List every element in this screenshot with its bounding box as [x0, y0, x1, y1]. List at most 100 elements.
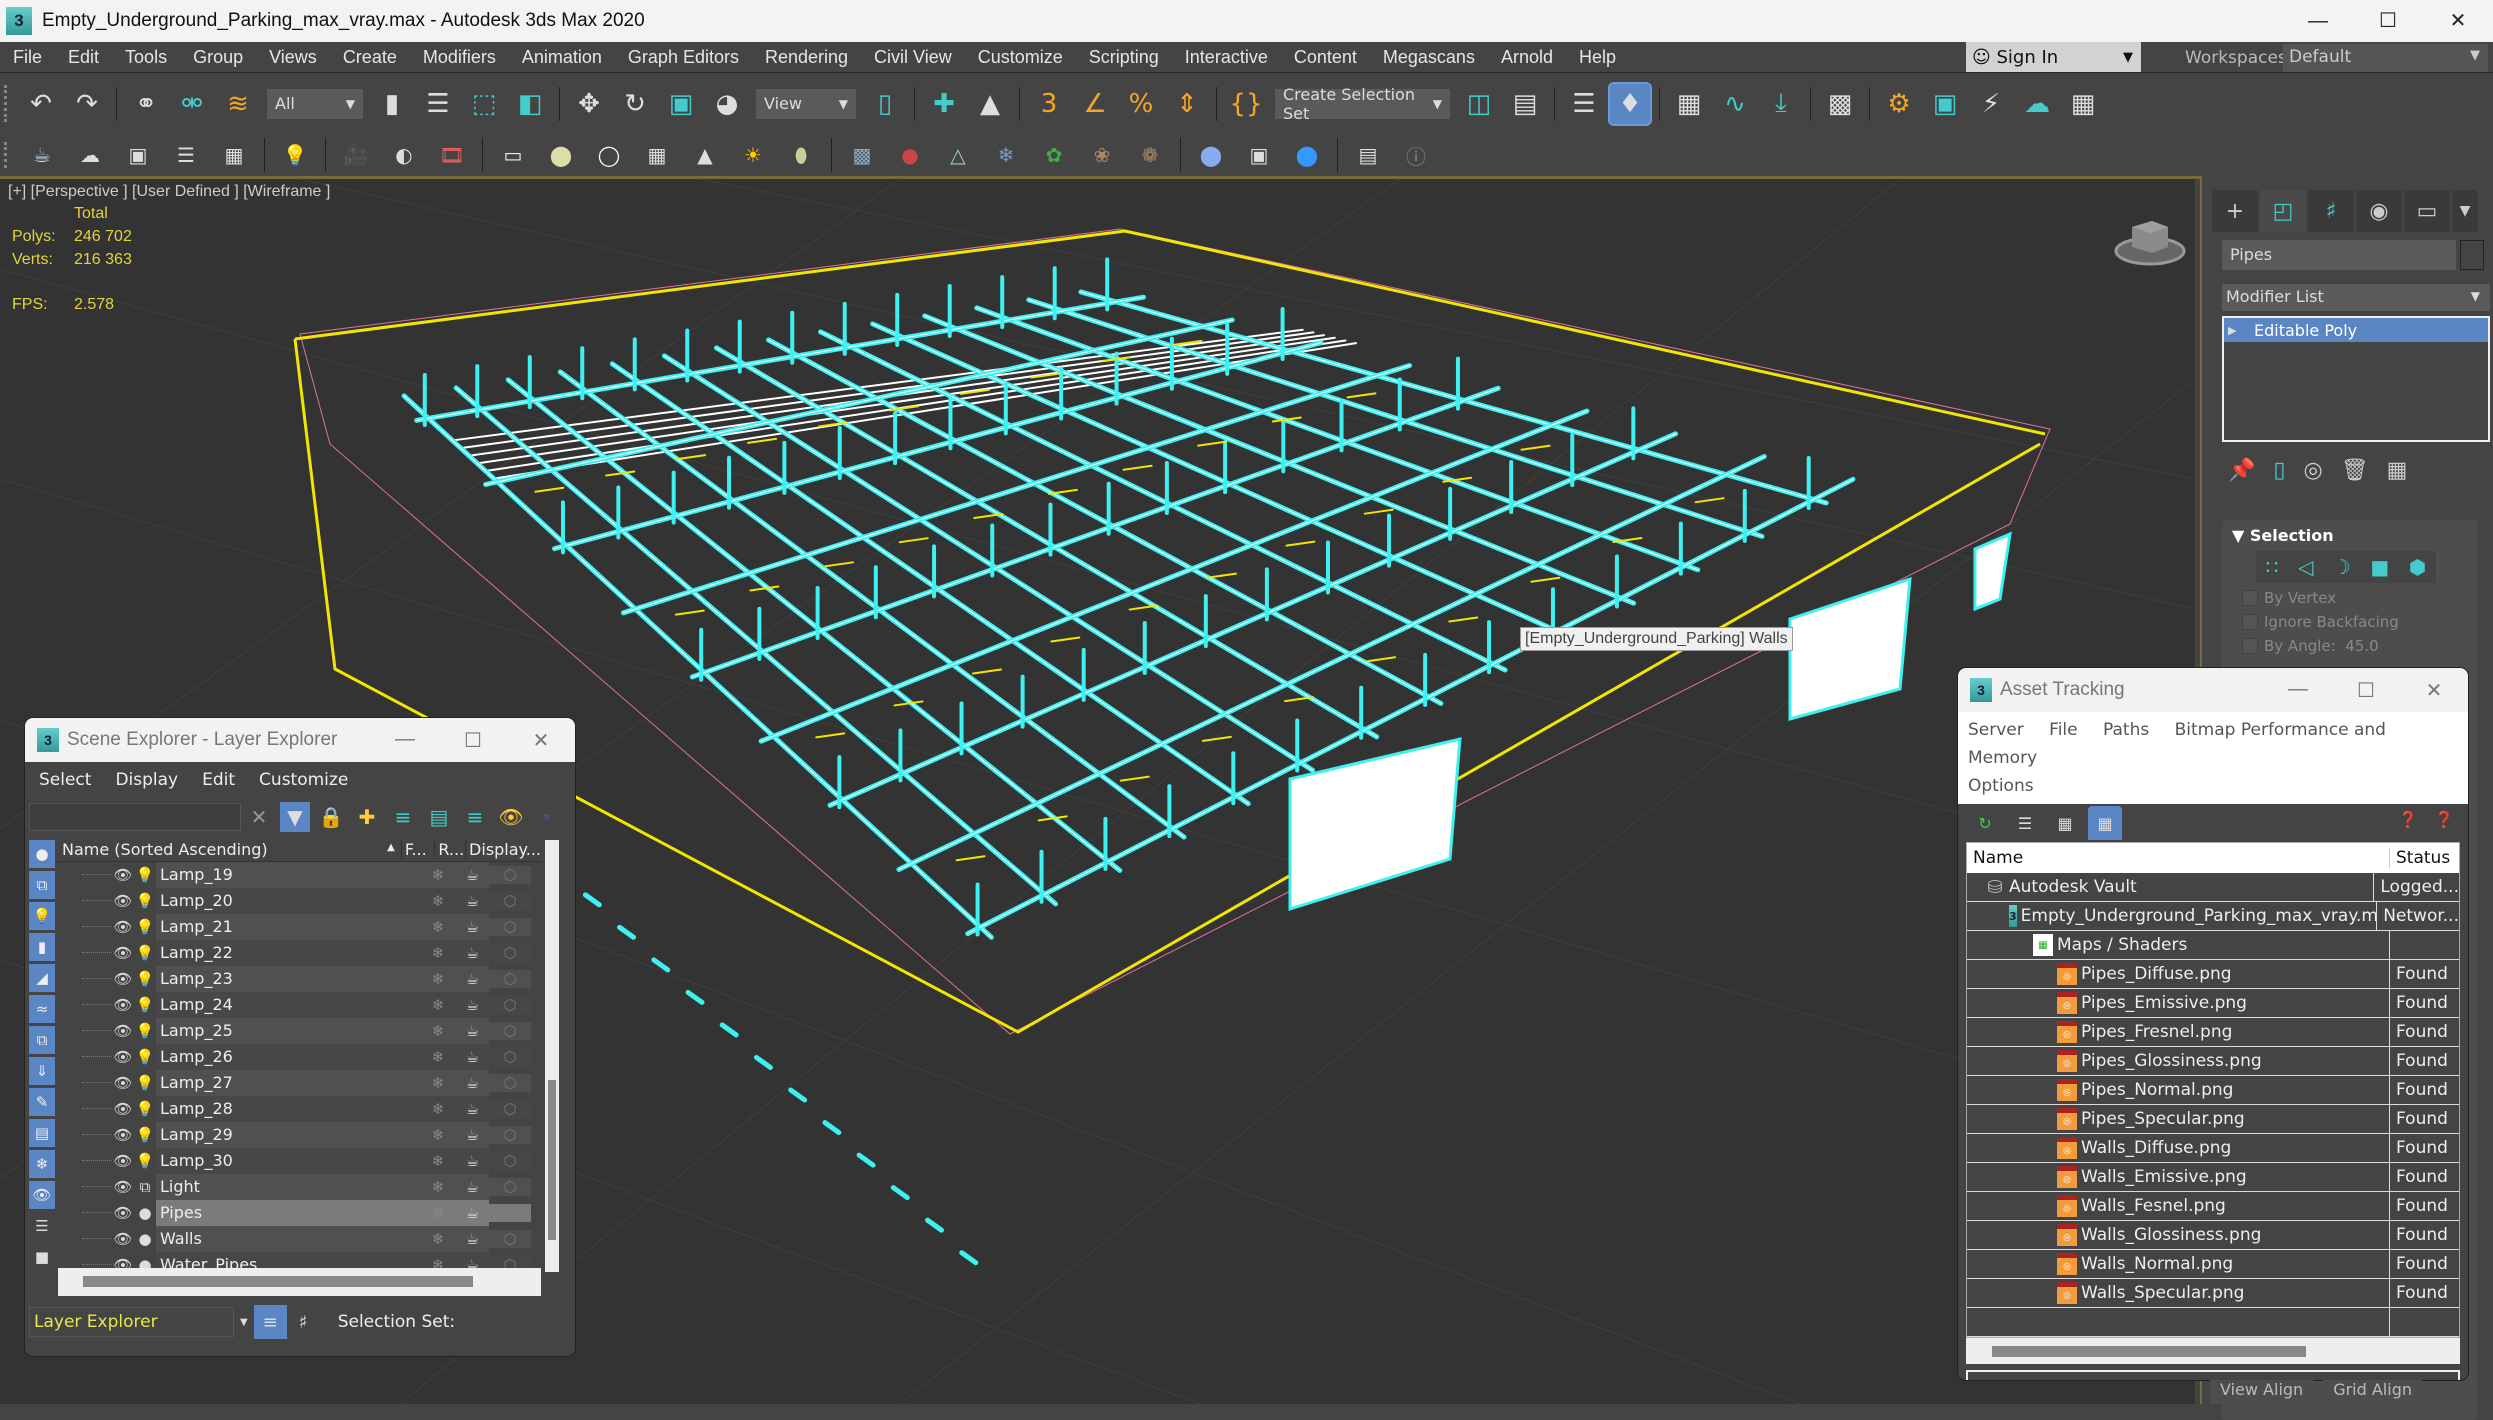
- fur-icon[interactable]: △: [942, 139, 974, 171]
- display-box-icon[interactable]: ⬡: [489, 1074, 531, 1092]
- more-tabs-icon[interactable]: ▼: [2452, 190, 2478, 232]
- close-button[interactable]: ✕: [2423, 0, 2493, 42]
- angle-snap-icon[interactable]: ∠: [1075, 84, 1115, 124]
- freeze-icon[interactable]: ❄: [420, 862, 456, 888]
- filter-xrefs-icon[interactable]: ⇓: [29, 1057, 55, 1085]
- menu-content[interactable]: Content: [1281, 47, 1370, 68]
- named-selection-dropdown[interactable]: Create Selection Set ▼: [1275, 85, 1450, 123]
- proxy-icon[interactable]: ▩: [846, 139, 878, 171]
- display-box-icon[interactable]: ⬡: [489, 996, 531, 1014]
- freeze-icon[interactable]: ❄: [420, 1070, 456, 1096]
- render-cloud-icon[interactable]: ☁: [2017, 84, 2057, 124]
- scale-icon[interactable]: ▣: [661, 84, 701, 124]
- layer-name[interactable]: Lamp_19: [156, 862, 420, 888]
- visibility-eye-icon[interactable]: 👁: [112, 1100, 134, 1118]
- layer-row[interactable]: 👁 💡 Lamp_25 ❄ ☕ ⬡: [58, 1018, 541, 1044]
- asset-row[interactable]: ◎ Pipes_Diffuse.png Found: [1967, 959, 2459, 989]
- light-lister-icon[interactable]: 💡: [279, 139, 311, 171]
- select-by-name-icon[interactable]: ☰: [418, 84, 458, 124]
- motion-tab-icon[interactable]: ◉: [2356, 190, 2402, 232]
- schematic-view-icon[interactable]: ⤓: [1761, 84, 1801, 124]
- sort-by-layers-icon[interactable]: ≡: [253, 1305, 287, 1339]
- renderable-teapot-icon[interactable]: ☕: [456, 940, 489, 966]
- display-box-icon[interactable]: ⬡: [489, 918, 531, 936]
- refresh-icon[interactable]: ↻: [1968, 806, 2002, 840]
- layer-name[interactable]: Pipes: [156, 1200, 420, 1226]
- filter-all-icon[interactable]: ●: [29, 840, 55, 868]
- maximize-button[interactable]: ☐: [439, 728, 507, 753]
- layer-name[interactable]: Lamp_20: [156, 888, 420, 914]
- object-color-swatch[interactable]: [2460, 240, 2484, 270]
- visibility-eye-icon[interactable]: 👁: [112, 970, 134, 988]
- render-elements-icon[interactable]: ⬤: [1291, 139, 1323, 171]
- layer-name[interactable]: Lamp_21: [156, 914, 420, 940]
- menu-group[interactable]: Group: [180, 47, 256, 68]
- layer-name[interactable]: Lamp_27: [156, 1070, 420, 1096]
- layer-row[interactable]: 👁 💡 Lamp_24 ❄ ☕ ⬡: [58, 992, 541, 1018]
- display-box-icon[interactable]: ⬡: [489, 866, 531, 884]
- menu-edit[interactable]: Edit: [202, 770, 235, 790]
- layer-name[interactable]: Lamp_29: [156, 1122, 420, 1148]
- menu-file[interactable]: File: [2049, 720, 2077, 740]
- renderable-teapot-icon[interactable]: ☕: [456, 966, 489, 992]
- visibility-eye-icon[interactable]: 👁: [112, 1230, 134, 1248]
- plane-light-icon[interactable]: ▭: [497, 139, 529, 171]
- make-current-layer-icon[interactable]: ▤: [424, 802, 454, 832]
- hf-icon[interactable]: ❀: [1086, 139, 1118, 171]
- undo-icon[interactable]: ↶: [21, 84, 61, 124]
- camera-lens-icon[interactable]: ◐: [388, 139, 420, 171]
- scrollbar-thumb[interactable]: [83, 1276, 473, 1287]
- menu-customize[interactable]: Customize: [965, 47, 1076, 68]
- view-align-button[interactable]: View Align: [2210, 1380, 2314, 1404]
- visibility-eye-icon[interactable]: 👁: [112, 892, 134, 910]
- redo-icon[interactable]: ↷: [67, 84, 107, 124]
- freeze-icon[interactable]: ❄: [420, 1200, 456, 1226]
- renderable-teapot-icon[interactable]: ☕: [456, 1070, 489, 1096]
- render-window-icon[interactable]: ▣: [122, 139, 154, 171]
- filter-icon[interactable]: ▼: [280, 802, 310, 832]
- grass-icon[interactable]: ❄: [990, 139, 1022, 171]
- asset-row[interactable]: ◎ Walls_Emissive.png Found: [1967, 1162, 2459, 1192]
- asset-row[interactable]: ◎ Walls_Diffuse.png Found: [1967, 1133, 2459, 1163]
- make-unique-icon[interactable]: ◎: [2304, 458, 2323, 483]
- filter-bones-icon[interactable]: ✎: [29, 1088, 55, 1116]
- thumbnail-view-icon[interactable]: ▦: [2048, 806, 2082, 840]
- filter-lights-icon[interactable]: 💡: [29, 902, 55, 930]
- pin-stack-icon[interactable]: 📌: [2228, 458, 2255, 483]
- visibility-eye-icon[interactable]: 👁: [112, 1074, 134, 1092]
- visibility-eye-icon[interactable]: 👁: [112, 944, 134, 962]
- window-crossing-icon[interactable]: ◧: [510, 84, 550, 124]
- menu-display[interactable]: Display: [115, 770, 178, 790]
- horizontal-scrollbar[interactable]: [1966, 1338, 2460, 1364]
- freeze-icon[interactable]: ❄: [420, 940, 456, 966]
- place-icon[interactable]: ◕: [707, 84, 747, 124]
- filter-geometry-icon[interactable]: ⧉: [29, 871, 55, 899]
- table-icon[interactable]: ▦: [218, 139, 250, 171]
- toolbar-grip[interactable]: [4, 142, 10, 168]
- unlink-icon[interactable]: ⚮: [172, 84, 212, 124]
- menu-edit[interactable]: Edit: [55, 47, 112, 68]
- filter-hidden-icon[interactable]: 👁: [29, 1181, 55, 1209]
- workspace-select[interactable]: Default ▼: [2283, 44, 2488, 72]
- sphere-light-icon[interactable]: ⬤: [545, 139, 577, 171]
- menu-tools[interactable]: Tools: [112, 47, 180, 68]
- close-button[interactable]: ✕: [507, 728, 575, 753]
- by-vertex-checkbox[interactable]: By Vertex: [2222, 583, 2477, 607]
- menu-rendering[interactable]: Rendering: [752, 47, 861, 68]
- layer-row[interactable]: 👁 💡 Lamp_22 ❄ ☕ ⬡: [58, 940, 541, 966]
- edit-named-sets-icon[interactable]: {}: [1226, 84, 1266, 124]
- filter-cameras-icon[interactable]: ▮: [29, 933, 55, 961]
- expand-icon[interactable]: ▶: [2228, 324, 2254, 337]
- asset-tracking-titlebar[interactable]: 3 Asset Tracking — ☐ ✕: [1958, 668, 2468, 712]
- render-setup-icon[interactable]: ⚙: [1879, 84, 1919, 124]
- layer-row[interactable]: 👁 ⧉ Light ❄ ☕ ⬡: [58, 1174, 541, 1200]
- renderable-teapot-icon[interactable]: ☕: [456, 1122, 489, 1148]
- maximize-button[interactable]: ☐: [2353, 0, 2423, 42]
- spot-light-icon[interactable]: ▲: [689, 139, 721, 171]
- layer-name[interactable]: Lamp_25: [156, 1018, 420, 1044]
- filter-groups-icon[interactable]: ⧉: [29, 1026, 55, 1054]
- edge-icon[interactable]: ◁: [2298, 555, 2313, 579]
- layer-explorer-icon[interactable]: ♦: [1608, 81, 1652, 126]
- freeze-icon[interactable]: ❄: [420, 1096, 456, 1122]
- viewcube-icon[interactable]: [2110, 209, 2190, 269]
